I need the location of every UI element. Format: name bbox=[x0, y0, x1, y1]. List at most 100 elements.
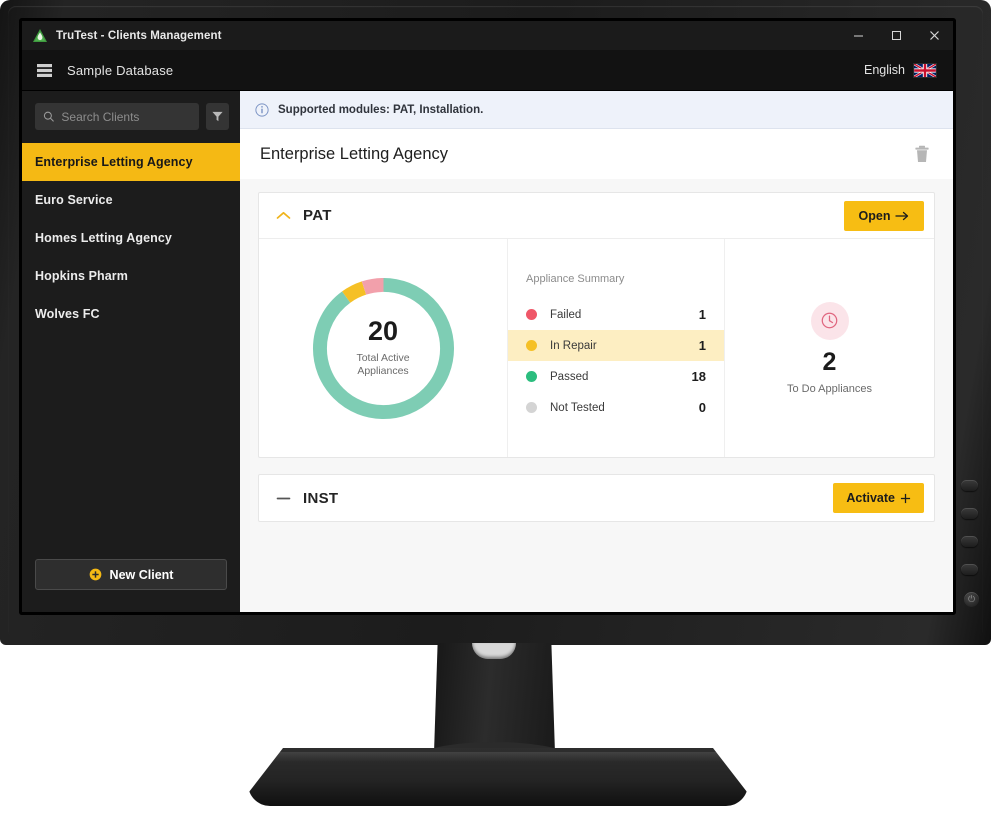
close-button[interactable] bbox=[915, 21, 953, 50]
donut-center-label: 20 Total Active Appliances bbox=[306, 271, 461, 426]
sidebar: Enterprise Letting Agency Euro Service H… bbox=[22, 91, 240, 612]
card-title-inst: INST bbox=[303, 489, 339, 507]
app-header: Sample Database English bbox=[22, 50, 953, 91]
new-client-button[interactable]: New Client bbox=[35, 559, 227, 590]
language-label: English bbox=[864, 63, 905, 77]
delete-client-button[interactable] bbox=[911, 143, 933, 165]
appliance-summary-panel: Appliance Summary Failed 1 In Repair 1 P… bbox=[507, 239, 725, 457]
client-name: Wolves FC bbox=[35, 307, 100, 321]
donut-caption-line1: Total Active bbox=[356, 351, 410, 364]
filter-button[interactable] bbox=[206, 103, 229, 130]
client-name: Enterprise Letting Agency bbox=[35, 155, 193, 169]
title-bar: TruTest - Clients Management bbox=[22, 21, 953, 50]
chevron-up-icon[interactable] bbox=[275, 211, 291, 220]
database-list-icon bbox=[37, 63, 52, 77]
window-controls bbox=[839, 21, 953, 50]
summary-row-in-repair[interactable]: In Repair 1 bbox=[508, 330, 724, 361]
sidebar-item-homes-letting-agency[interactable]: Homes Letting Agency bbox=[22, 219, 240, 257]
new-client-wrapper: New Client bbox=[22, 559, 240, 612]
minus-icon[interactable] bbox=[275, 494, 291, 503]
minimize-button[interactable] bbox=[839, 21, 877, 50]
legend-dot-failed bbox=[526, 309, 537, 320]
search-icon bbox=[43, 111, 54, 122]
client-name: Hopkins Pharm bbox=[35, 269, 128, 283]
summary-value-passed: 18 bbox=[691, 369, 706, 384]
module-card-inst: INST Activate bbox=[258, 474, 935, 522]
card-header-inst[interactable]: INST Activate bbox=[259, 475, 934, 521]
summary-row-passed[interactable]: Passed 18 bbox=[508, 361, 724, 392]
donut-caption-line2: Appliances bbox=[357, 365, 409, 377]
page-header: Enterprise Letting Agency bbox=[240, 129, 953, 179]
language-selector[interactable]: English bbox=[864, 62, 953, 78]
todo-caption: To Do Appliances bbox=[787, 382, 872, 395]
client-list: Enterprise Letting Agency Euro Service H… bbox=[22, 143, 240, 333]
open-pat-button[interactable]: Open bbox=[844, 200, 924, 231]
page-title: Enterprise Letting Agency bbox=[260, 144, 449, 163]
database-name: Sample Database bbox=[67, 62, 174, 78]
body-row: Enterprise Letting Agency Euro Service H… bbox=[22, 91, 953, 612]
minimize-icon bbox=[853, 35, 863, 37]
main-content: Supported modules: PAT, Installation. En… bbox=[240, 91, 953, 612]
monitor-frame: ⏻ TruTest - Clients Management Sample Da… bbox=[0, 0, 991, 645]
search-input-wrapper[interactable] bbox=[35, 103, 200, 130]
legend-dot-not-tested bbox=[526, 402, 537, 413]
app-window: TruTest - Clients Management Sample Data… bbox=[22, 21, 953, 612]
union-jack-flag-icon bbox=[913, 62, 937, 78]
summary-row-not-tested[interactable]: Not Tested 0 bbox=[508, 392, 724, 423]
summary-label-passed: Passed bbox=[550, 370, 589, 383]
monitor-stand-neck bbox=[434, 643, 555, 753]
module-card-pat: PAT Open 20 Total Active Appliances Appl… bbox=[258, 192, 935, 458]
bezel-button-2[interactable] bbox=[961, 508, 978, 519]
plus-icon bbox=[900, 493, 911, 503]
summary-label-in-repair: In Repair bbox=[550, 339, 597, 352]
arrow-right-icon bbox=[895, 211, 909, 220]
search-row bbox=[22, 91, 240, 143]
summary-value-not-tested: 0 bbox=[698, 400, 706, 415]
summary-title: Appliance Summary bbox=[526, 273, 625, 285]
todo-count: 2 bbox=[822, 347, 837, 376]
filter-funnel-icon bbox=[212, 111, 223, 122]
monitor-stand-base-highlight bbox=[258, 752, 738, 762]
summary-value-in-repair: 1 bbox=[698, 338, 706, 353]
legend-dot-in-repair bbox=[526, 340, 537, 351]
activate-inst-label: Activate bbox=[846, 491, 895, 505]
open-pat-label: Open bbox=[858, 208, 891, 223]
maximize-icon bbox=[891, 31, 901, 40]
card-title-pat: PAT bbox=[303, 207, 332, 224]
client-name: Homes Letting Agency bbox=[35, 231, 172, 245]
legend-dot-passed bbox=[526, 371, 537, 382]
plus-circle-icon bbox=[89, 568, 101, 581]
database-menu-button[interactable]: Sample Database bbox=[22, 50, 183, 91]
power-icon[interactable]: ⏻ bbox=[964, 592, 979, 607]
bezel-button-1[interactable] bbox=[961, 480, 978, 491]
trutest-logo-icon bbox=[33, 28, 47, 42]
close-icon bbox=[929, 31, 939, 40]
monitor-bezel-buttons[interactable] bbox=[959, 480, 981, 592]
search-input[interactable] bbox=[61, 109, 192, 124]
bezel-button-3[interactable] bbox=[961, 536, 978, 547]
cards-area: PAT Open 20 Total Active Appliances Appl… bbox=[240, 179, 953, 612]
trash-icon bbox=[915, 145, 929, 162]
info-banner-text: Supported modules: PAT, Installation. bbox=[278, 103, 484, 116]
sidebar-item-euro-service[interactable]: Euro Service bbox=[22, 181, 240, 219]
todo-appliances-panel: 2 To Do Appliances bbox=[725, 239, 934, 457]
summary-label-not-tested: Not Tested bbox=[550, 401, 605, 414]
sidebar-item-wolves-fc[interactable]: Wolves FC bbox=[22, 295, 240, 333]
sidebar-item-hopkins-pharm[interactable]: Hopkins Pharm bbox=[22, 257, 240, 295]
appliance-donut-chart: 20 Total Active Appliances bbox=[306, 271, 461, 426]
activate-inst-button[interactable]: Activate bbox=[833, 483, 924, 513]
donut-total-value: 20 bbox=[367, 315, 399, 346]
summary-value-failed: 1 bbox=[698, 307, 706, 322]
sidebar-item-enterprise-letting-agency[interactable]: Enterprise Letting Agency bbox=[22, 143, 240, 181]
summary-row-failed[interactable]: Failed 1 bbox=[508, 299, 724, 330]
donut-chart-panel: 20 Total Active Appliances bbox=[259, 239, 507, 457]
info-banner: Supported modules: PAT, Installation. bbox=[240, 91, 953, 129]
bezel-button-4[interactable] bbox=[961, 564, 978, 575]
summary-rows: Failed 1 In Repair 1 Passed 18 Not Teste… bbox=[508, 299, 724, 423]
card-body-pat: 20 Total Active Appliances Appliance Sum… bbox=[259, 239, 934, 457]
maximize-button[interactable] bbox=[877, 21, 915, 50]
summary-label-failed: Failed bbox=[550, 308, 582, 321]
card-header-pat[interactable]: PAT Open bbox=[259, 193, 934, 239]
client-name: Euro Service bbox=[35, 193, 113, 207]
window-title: TruTest - Clients Management bbox=[56, 29, 222, 42]
